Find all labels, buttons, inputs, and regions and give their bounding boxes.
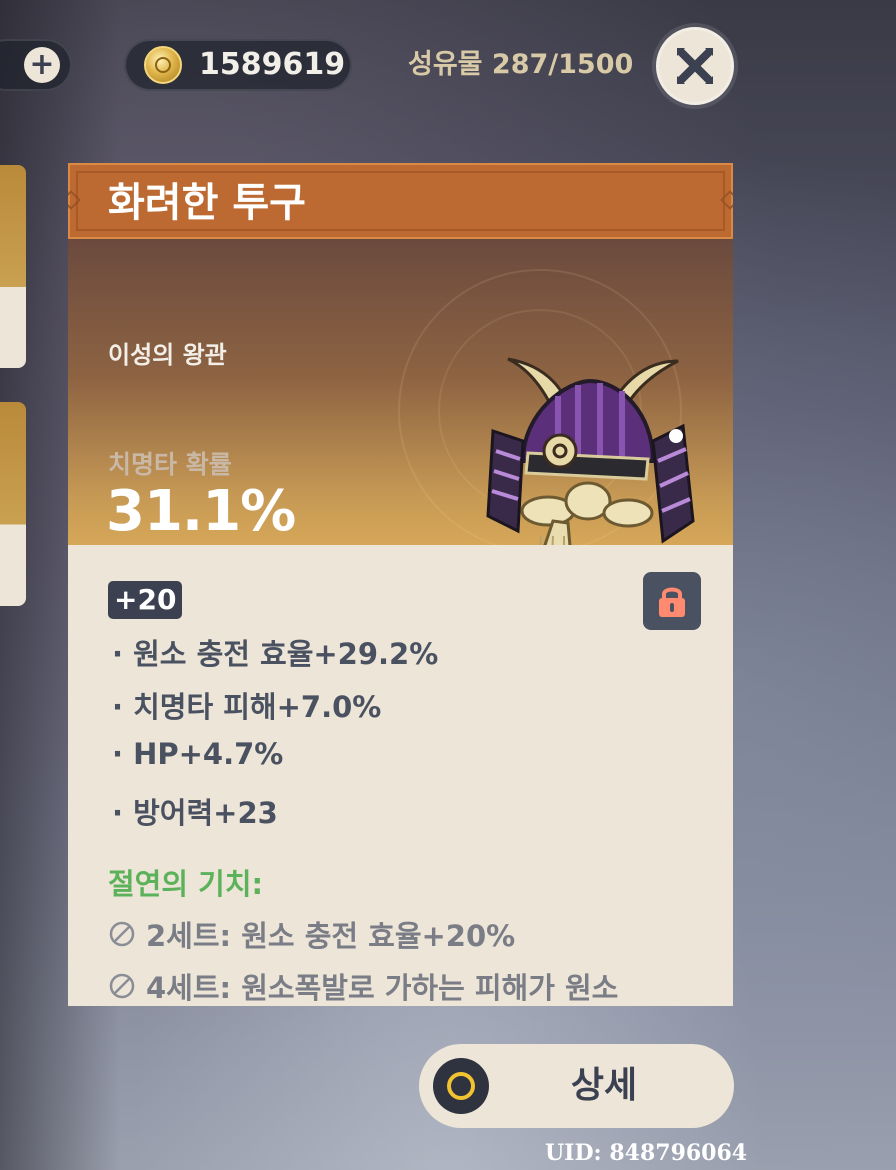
lock-icon xyxy=(659,587,685,617)
mora-coin-icon xyxy=(144,46,182,84)
artifact-hero: 이성의 왕관 치명타 확률 31.1% xyxy=(68,239,733,598)
artifact-card: 화려한 투구 이성의 왕관 치명타 확률 31.1% +20 · 원소 충전 효… xyxy=(68,163,733,1006)
confirm-circle-icon xyxy=(433,1058,489,1114)
set-bonus-text: 2세트: 원소 충전 효율+20% xyxy=(146,919,516,953)
main-stat-value: 31.1% xyxy=(106,479,296,544)
artifact-list-card[interactable] xyxy=(0,165,26,368)
set-name: 절연의 기치: xyxy=(108,867,264,901)
set-bonus-2pc: 2세트: 원소 충전 효율+20% xyxy=(108,913,515,955)
artifact-title: 화려한 투구 xyxy=(108,180,306,226)
close-button[interactable] xyxy=(656,27,734,105)
close-icon xyxy=(677,48,713,84)
add-button[interactable]: + xyxy=(24,47,60,83)
inactive-icon xyxy=(109,921,135,947)
artifact-list-card[interactable] xyxy=(0,402,26,606)
level-badge: +20 xyxy=(108,581,183,619)
artifact-slot: 이성의 왕관 xyxy=(108,341,227,369)
lock-button[interactable] xyxy=(643,572,701,630)
substat: · HP+4.7% xyxy=(112,737,284,771)
mora-value: 1589619 xyxy=(199,47,346,82)
uid-label: UID: 848796064 xyxy=(545,1140,748,1166)
detail-button-label: 상세 xyxy=(570,1065,638,1106)
set-bonus-text: 4세트: 원소폭발로 가하는 피해가 원소 xyxy=(146,971,619,1005)
substat: · 방어력+23 xyxy=(112,796,278,830)
set-bonus-4pc: 4세트: 원소폭발로 가하는 피해가 원소 xyxy=(108,965,618,1006)
title-bar: 화려한 투구 xyxy=(68,163,733,239)
substat: · 치명타 피해+7.0% xyxy=(112,690,382,724)
inactive-icon xyxy=(109,973,135,999)
artifact-count: 성유물 287/1500 xyxy=(408,49,634,80)
main-stat-label: 치명타 확률 xyxy=(108,450,232,479)
detail-button[interactable]: 상세 xyxy=(419,1044,734,1128)
substat: · 원소 충전 효율+29.2% xyxy=(112,637,439,671)
plus-icon: + xyxy=(29,47,55,82)
artifact-details: +20 · 원소 충전 효율+29.2% · 치명타 피해+7.0% · HP+… xyxy=(68,545,733,1006)
